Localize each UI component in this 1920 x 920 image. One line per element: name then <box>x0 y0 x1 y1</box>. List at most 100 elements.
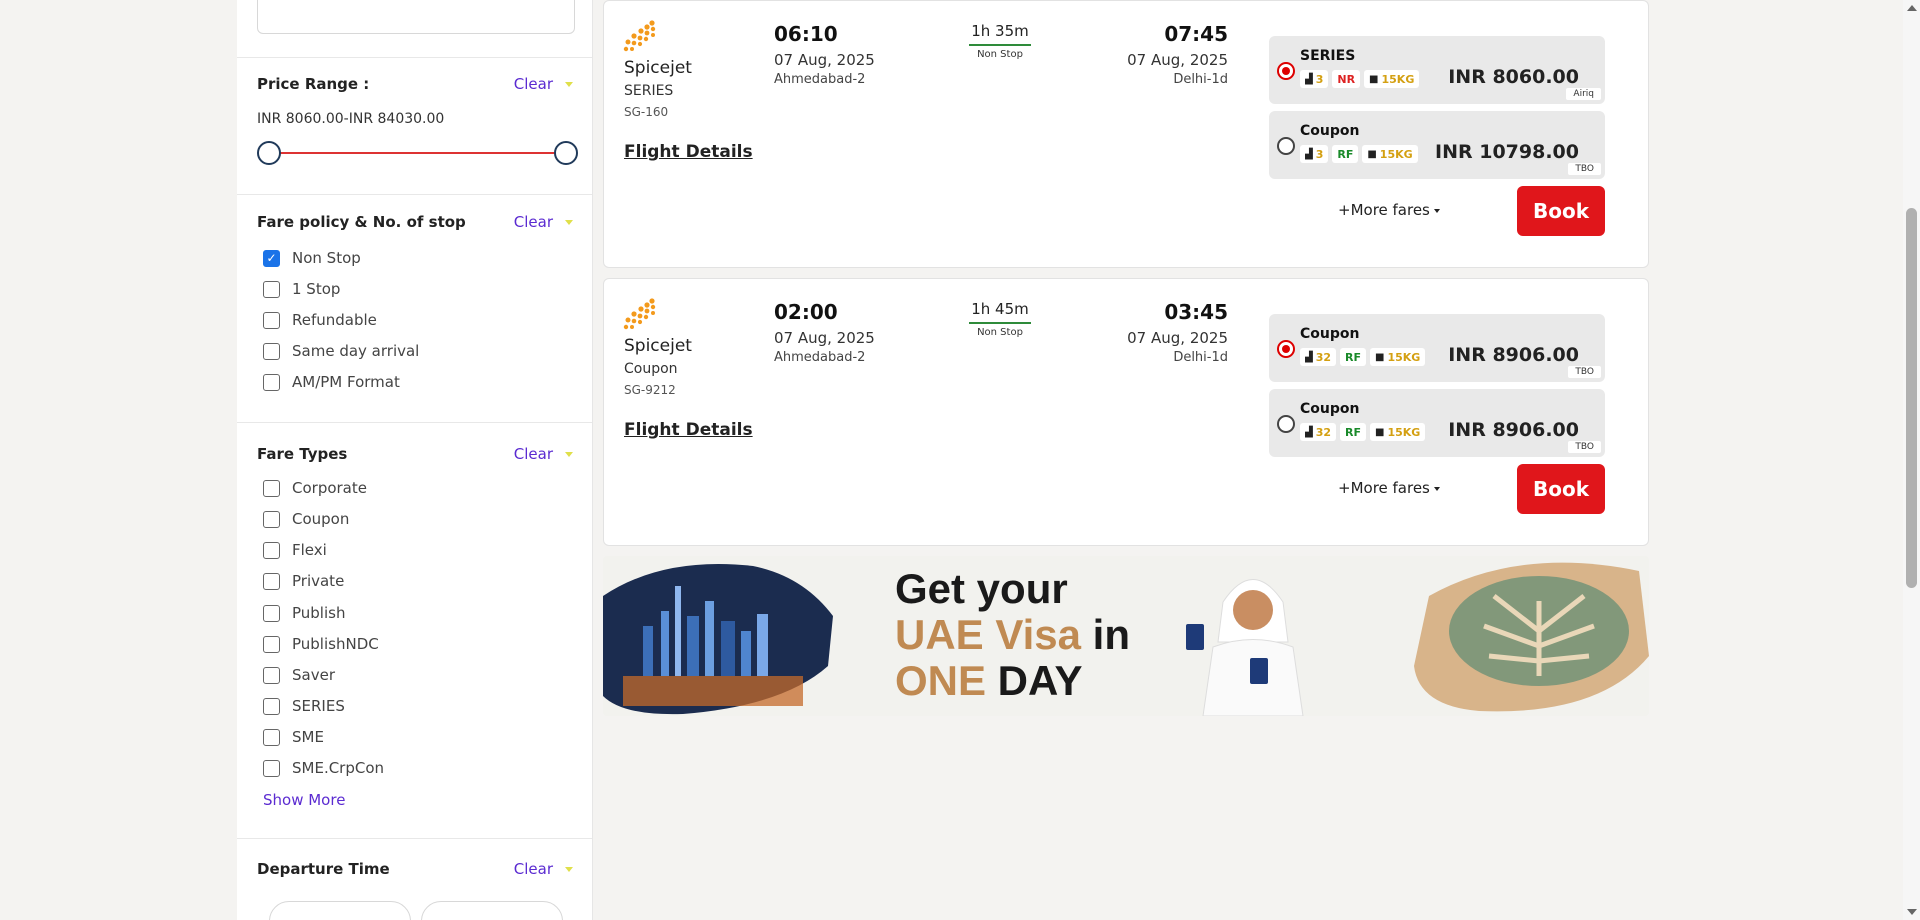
fare-radio[interactable] <box>1277 137 1295 155</box>
checkbox[interactable] <box>263 311 280 329</box>
fare-policy-clear-group[interactable]: Clear <box>514 213 573 231</box>
more-fares-dropdown[interactable]: +More fares <box>1338 201 1440 219</box>
fare-option[interactable]: Coupon ▟ 3 RF ■ 15KG INR 10798.00 TBO <box>1269 111 1605 179</box>
price-range-clear-group[interactable]: Clear <box>514 75 573 93</box>
more-fares-dropdown[interactable]: +More fares <box>1338 479 1440 497</box>
arrival-date: 07 Aug, 2025 <box>1127 329 1228 347</box>
scroll-down-arrow-icon[interactable] <box>1907 909 1917 915</box>
fare-source-badge: TBO <box>1568 163 1601 175</box>
checkbox[interactable] <box>263 373 280 391</box>
filter-refundable[interactable]: Refundable <box>263 311 377 329</box>
checkbox[interactable] <box>263 666 280 684</box>
flight-details-link[interactable]: Flight Details <box>624 142 753 162</box>
book-button[interactable]: Book <box>1517 464 1605 514</box>
fare-types-clear-button[interactable]: Clear <box>514 445 553 463</box>
chevron-down-icon[interactable] <box>565 219 573 225</box>
fare-policy-title: Fare policy & No. of stop <box>257 213 466 231</box>
filter-label: SME <box>292 728 324 746</box>
filter-fare-sme-crpcon[interactable]: SME.CrpCon <box>263 759 384 777</box>
scroll-up-arrow-icon[interactable] <box>1907 5 1917 11</box>
price-range-header: Price Range : Clear <box>257 72 573 96</box>
price-range-track[interactable] <box>270 152 570 154</box>
scrollbar-thumb[interactable] <box>1906 208 1917 588</box>
more-fares-label: +More fares <box>1338 201 1430 219</box>
spicejet-logo-icon <box>623 298 656 330</box>
filter-fare-saver[interactable]: Saver <box>263 666 335 684</box>
seat-icon: ▟ <box>1305 426 1313 438</box>
price-range-max-handle[interactable] <box>554 141 578 165</box>
previous-filter-box[interactable] <box>257 0 575 34</box>
baggage-chip: ■ 15KG <box>1364 70 1420 88</box>
departure-time-chip-morning[interactable] <box>421 901 563 920</box>
price-range-min-handle[interactable] <box>257 141 281 165</box>
fare-source-badge: Airiq <box>1566 88 1601 100</box>
fare-radio[interactable] <box>1277 415 1295 433</box>
seat-icon: ▟ <box>1305 351 1313 363</box>
filter-label: 1 Stop <box>292 280 341 298</box>
filter-fare-corporate[interactable]: Corporate <box>263 479 367 497</box>
price-range-clear-button[interactable]: Clear <box>514 75 553 93</box>
checkbox[interactable] <box>263 479 280 497</box>
baggage-chip: ■ 15KG <box>1362 145 1418 163</box>
filter-fare-publish[interactable]: Publish <box>263 604 345 622</box>
spicejet-logo-icon <box>623 20 656 52</box>
fare-option[interactable]: SERIES ▟ 3 NR ■ 15KG INR 8060.00 Airiq <box>1269 36 1605 104</box>
show-more-link[interactable]: Show More <box>263 791 345 809</box>
fare-types-clear-group[interactable]: Clear <box>514 445 573 463</box>
chevron-down-icon[interactable] <box>565 81 573 87</box>
chevron-down-icon[interactable] <box>565 451 573 457</box>
seat-icon: ▟ <box>1305 148 1313 160</box>
filter-same-day-arrival[interactable]: Same day arrival <box>263 342 419 360</box>
filter-fare-coupon[interactable]: Coupon <box>263 510 349 528</box>
departure-time-chip-early[interactable] <box>269 901 411 920</box>
seats-count: 32 <box>1315 425 1332 439</box>
checkbox[interactable] <box>263 342 280 360</box>
filter-non-stop[interactable]: ✓ Non Stop <box>263 249 361 267</box>
filter-fare-flexi[interactable]: Flexi <box>263 541 327 559</box>
chevron-down-icon[interactable] <box>565 866 573 872</box>
checkbox-checked[interactable]: ✓ <box>263 249 280 267</box>
checkbox[interactable] <box>263 697 280 715</box>
flight-card: Spicejet Coupon SG-9212 Flight Details 0… <box>603 278 1649 546</box>
fare-policy-clear-button[interactable]: Clear <box>514 213 553 231</box>
flight-details-link[interactable]: Flight Details <box>624 420 753 440</box>
fare-radio-selected[interactable] <box>1277 62 1295 80</box>
checkbox[interactable] <box>263 604 280 622</box>
seat-icon: ▟ <box>1305 73 1313 85</box>
checkbox[interactable] <box>263 510 280 528</box>
stops-label: Non Stop <box>977 327 1023 338</box>
checkbox[interactable] <box>263 635 280 653</box>
departure-time-clear-group[interactable]: Clear <box>514 860 573 878</box>
checkbox[interactable] <box>263 572 280 590</box>
arrival-city: Delhi-1d <box>1173 72 1228 87</box>
luggage-icon: ■ <box>1375 426 1385 438</box>
filter-1-stop[interactable]: 1 Stop <box>263 280 340 298</box>
filter-fare-publishndc[interactable]: PublishNDC <box>263 635 379 653</box>
filter-label: Saver <box>292 666 335 684</box>
refund-chip: RF <box>1340 423 1366 441</box>
fare-radio-selected[interactable] <box>1277 340 1295 358</box>
fare-option[interactable]: Coupon ▟ 32 RF ■ 15KG INR 8906.00 TBO <box>1269 314 1605 382</box>
fare-option[interactable]: Coupon ▟ 32 RF ■ 15KG INR 8906.00 TBO <box>1269 389 1605 457</box>
banner-highlight-uae-visa: UAE Visa <box>895 611 1081 658</box>
departure-time: 06:10 <box>774 22 838 46</box>
filter-am-pm-format[interactable]: AM/PM Format <box>263 373 400 391</box>
fare-price: INR 8906.00 <box>1448 419 1579 441</box>
departure-time-clear-button[interactable]: Clear <box>514 860 553 878</box>
flight-duration: 1h 35m <box>971 22 1029 40</box>
baggage-weight: 15KG <box>1387 425 1421 439</box>
filter-fare-private[interactable]: Private <box>263 572 344 590</box>
filter-label: Same day arrival <box>292 342 420 360</box>
checkbox[interactable] <box>263 280 280 298</box>
filter-fare-series[interactable]: SERIES <box>263 697 345 715</box>
book-button[interactable]: Book <box>1517 186 1605 236</box>
checkbox[interactable] <box>263 759 280 777</box>
price-range-title: Price Range : <box>257 75 370 93</box>
refund-chip: RF <box>1332 145 1359 163</box>
page-scrollbar[interactable] <box>1903 0 1920 920</box>
filter-label: Flexi <box>292 541 327 559</box>
uae-visa-banner[interactable]: Get your UAE Visa in ONE DAY <box>603 556 1649 716</box>
filter-fare-sme[interactable]: SME <box>263 728 324 746</box>
checkbox[interactable] <box>263 541 280 559</box>
checkbox[interactable] <box>263 728 280 746</box>
